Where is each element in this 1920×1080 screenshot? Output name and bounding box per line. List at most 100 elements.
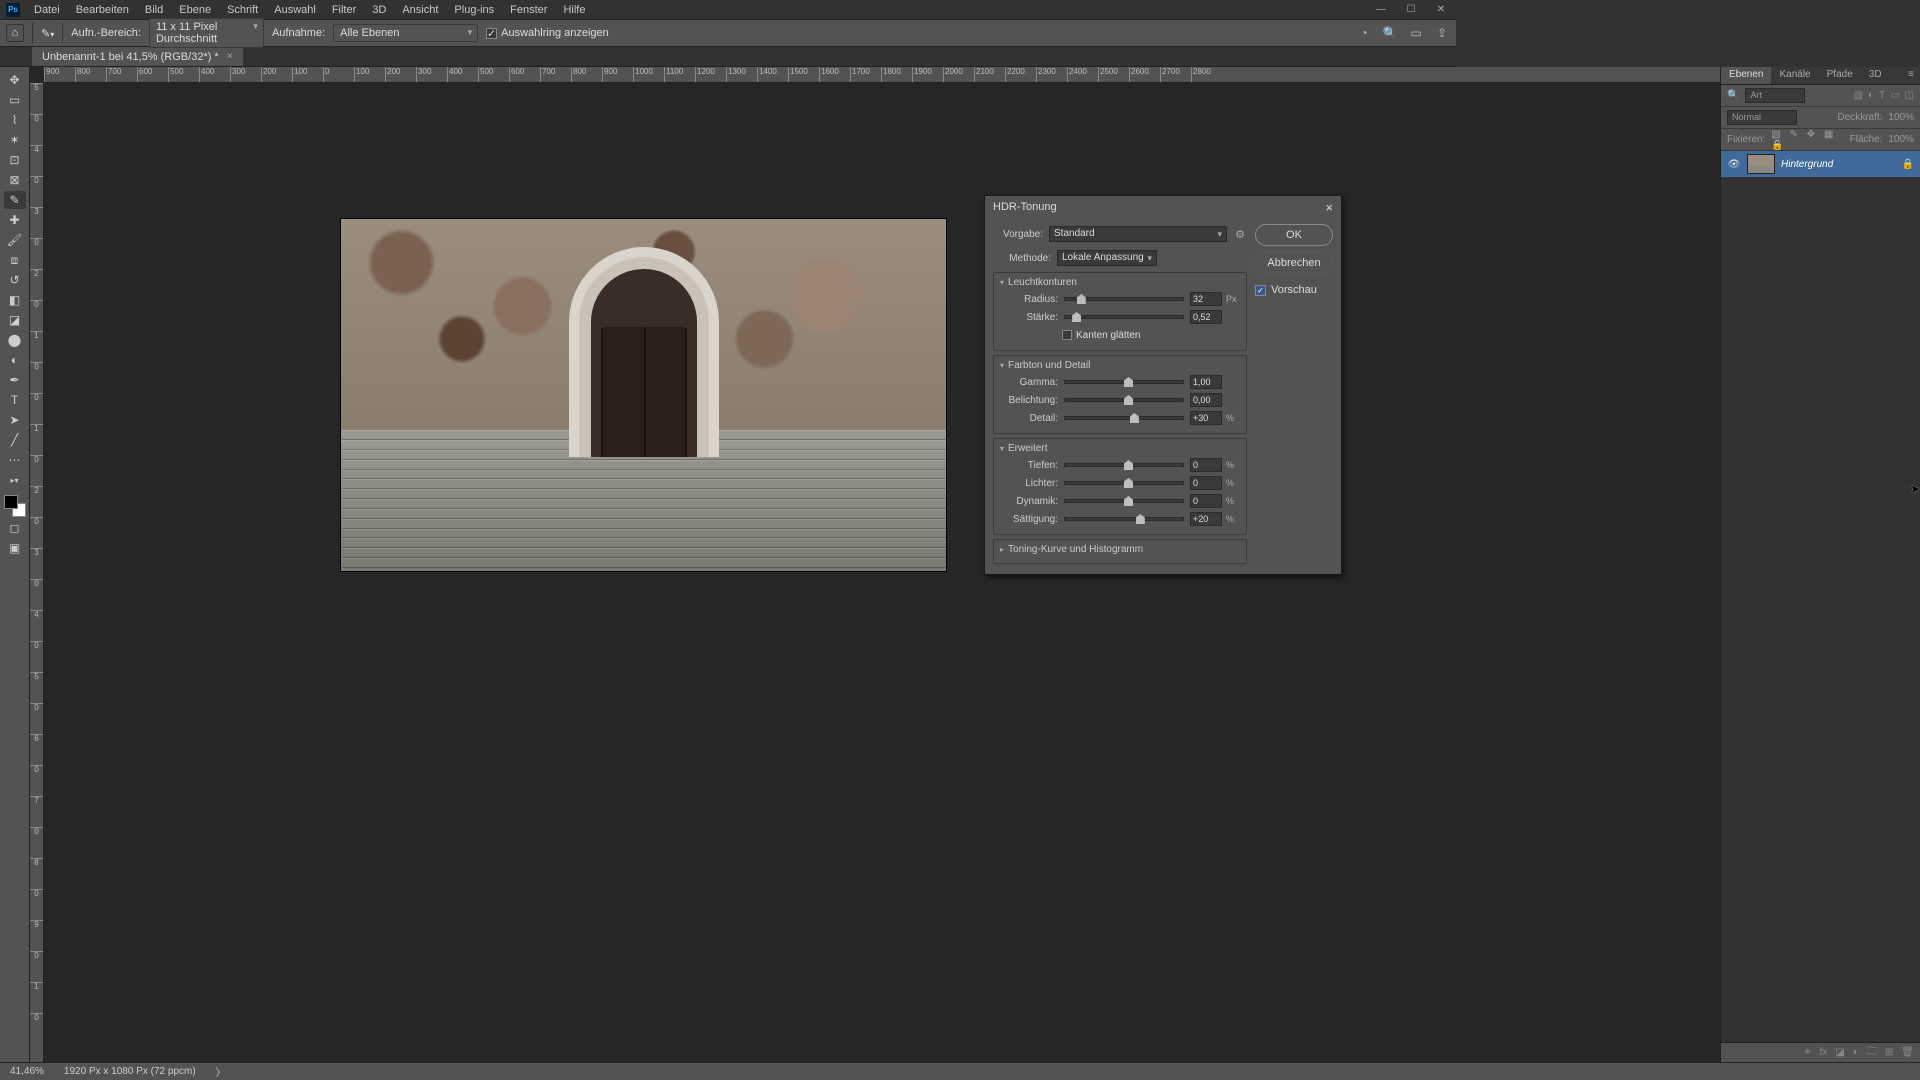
gradient-tool[interactable]: ◪ [4,311,26,329]
menu-fenster[interactable]: Fenster [502,2,555,18]
eyedropper-icon[interactable]: ✎▾ [41,27,54,40]
close-button[interactable]: ✕ [1426,0,1456,19]
edit-toolbar[interactable]: ▸▾ [4,471,26,489]
eraser-tool[interactable]: ◧ [4,291,26,309]
visibility-icon[interactable]: 👁 [1727,159,1741,170]
pen-tool[interactable]: ✒ [4,371,26,389]
line-tool[interactable]: ╱ [4,431,26,449]
document-tab[interactable]: Unbenannt-1 bei 41,5% (RGB/32*) * × [32,47,243,66]
group-icon[interactable]: 🗀 [1867,1044,1877,1061]
menu-filter[interactable]: Filter [324,2,364,18]
lasso-tool[interactable]: ⌇ [4,111,26,129]
preview-checkbox[interactable]: ✓ Vorschau [1255,284,1333,296]
fill-value[interactable]: 100% [1888,134,1914,145]
zoom-level[interactable]: 41,46% [10,1066,44,1077]
new-layer-icon[interactable]: ⊞ [1885,1047,1893,1058]
strength-slider[interactable] [1064,315,1184,319]
quickmask-tool[interactable]: ◻ [4,519,26,537]
status-chevron-icon[interactable]: 〉 [216,1064,226,1079]
color-swatch[interactable] [4,495,26,517]
highlight-input[interactable]: 0 [1190,476,1222,490]
home-icon[interactable]: ⌂ [6,24,24,42]
history-brush-tool[interactable]: ↺ [4,271,26,289]
workspace-icon[interactable]: ▭ [1408,25,1424,41]
sample-size-dropdown[interactable]: 11 x 11 Pixel Durchschnitt [149,18,264,48]
move-tool[interactable]: ✥ [4,71,26,89]
stamp-tool[interactable]: ⧈ [4,251,26,269]
opacity-value[interactable]: 100% [1888,112,1914,123]
strength-input[interactable]: 0,52 [1190,310,1222,324]
menu-ebene[interactable]: Ebene [171,2,219,18]
marquee-tool[interactable]: ▭ [4,91,26,109]
main-menu[interactable]: DateiBearbeitenBildEbeneSchriftAuswahlFi… [26,2,593,18]
canvas-stage[interactable] [44,83,1720,1062]
eyedropper-tool[interactable]: ✎ [4,191,26,209]
minimize-button[interactable]: — [1366,0,1396,19]
layer-kind-filter[interactable]: Art [1745,88,1805,103]
gamma-input[interactable]: 1,00 [1190,375,1222,389]
preset-gear-icon[interactable]: ⚙ [1233,228,1247,241]
cancel-button[interactable]: Abbrechen [1255,252,1333,274]
preset-dropdown[interactable]: Standard [1049,226,1227,242]
vibrance-slider[interactable] [1064,499,1184,503]
window-buttons[interactable]: — ☐ ✕ [1366,0,1456,19]
menu-auswahl[interactable]: Auswahl [266,2,324,18]
menu-hilfe[interactable]: Hilfe [555,2,593,18]
fx-icon[interactable]: fx [1820,1047,1828,1058]
cloud-icon[interactable]: ◔ [1356,25,1372,41]
dialog-titlebar[interactable]: HDR-Tonung × [985,196,1341,218]
mask-icon[interactable]: ◪ [1835,1047,1844,1058]
healing-tool[interactable]: ✚ [4,211,26,229]
detail-input[interactable]: +30 [1190,411,1222,425]
frame-tool[interactable]: ⊠ [4,171,26,189]
detail-slider[interactable] [1064,416,1184,420]
radius-slider[interactable] [1064,297,1184,301]
adjustment-icon[interactable]: ◐ [1853,1047,1859,1058]
dialog-close-icon[interactable]: × [1325,200,1333,215]
section-toggle-tone[interactable]: Farbton und Detail [1000,360,1240,371]
blur-tool[interactable]: ⬤ [4,331,26,349]
sample-layers-dropdown[interactable]: Alle Ebenen [333,24,478,42]
menu-datei[interactable]: Datei [26,2,68,18]
menu-plug-ins[interactable]: Plug-ins [446,2,502,18]
path-select-tool[interactable]: ➤ [4,411,26,429]
gamma-slider[interactable] [1064,380,1184,384]
crop-tool[interactable]: ⊡ [4,151,26,169]
section-toggle-advanced[interactable]: Erweitert [1000,443,1240,454]
menu-schrift[interactable]: Schrift [219,2,266,18]
layer-filter-row[interactable]: 🔍 Art ▧ ◐ T ▭ ◫ [1721,85,1920,107]
smooth-edges-checkbox[interactable]: Kanten glätten [1062,330,1141,341]
layer-thumbnail[interactable] [1747,154,1775,174]
show-sampling-ring-checkbox[interactable]: ✓ Auswahlring anzeigen [486,27,609,39]
exposure-input[interactable]: 0,00 [1190,393,1222,407]
panel-tabs[interactable]: Ebenen Kanäle Pfade 3D ≡ [1721,67,1920,85]
layer-name[interactable]: Hintergrund [1781,159,1833,170]
more-tool[interactable]: ⋯ [4,451,26,469]
delete-icon[interactable]: 🗑 [1901,1047,1914,1058]
section-toggle-curve[interactable]: Toning-Kurve und Histogramm [1000,544,1240,555]
ok-button[interactable]: OK [1255,224,1333,246]
close-tab-icon[interactable]: × [227,51,233,62]
lock-icons[interactable]: ▧ ✎ ✥ ▦ 🔒 [1771,129,1843,151]
filter-type-icon[interactable]: T [1879,90,1885,101]
search-icon[interactable]: 🔍 [1382,25,1398,41]
saturation-input[interactable]: +20 [1190,512,1222,526]
filter-adjustment-icon[interactable]: ◐ [1868,90,1874,101]
menu-bild[interactable]: Bild [137,2,171,18]
share-icon[interactable]: ⇪ [1434,25,1450,41]
panel-menu-icon[interactable]: ≡ [1902,67,1920,84]
shadow-input[interactable]: 0 [1190,458,1222,472]
tab-3d[interactable]: 3D [1861,67,1890,84]
tab-paths[interactable]: Pfade [1819,67,1861,84]
filter-shape-icon[interactable]: ▭ [1890,90,1899,101]
maximize-button[interactable]: ☐ [1396,0,1426,19]
layer-row-background[interactable]: 👁 Hintergrund 🔒 [1721,151,1920,177]
highlight-slider[interactable] [1064,481,1184,485]
radius-input[interactable]: 32 [1190,292,1222,306]
document-info[interactable]: 1920 Px x 1080 Px (72 ppcm) [64,1066,196,1077]
vibrance-input[interactable]: 0 [1190,494,1222,508]
dodge-tool[interactable]: ◐ [4,351,26,369]
exposure-slider[interactable] [1064,398,1184,402]
shadow-slider[interactable] [1064,463,1184,467]
tab-channels[interactable]: Kanäle [1771,67,1818,84]
